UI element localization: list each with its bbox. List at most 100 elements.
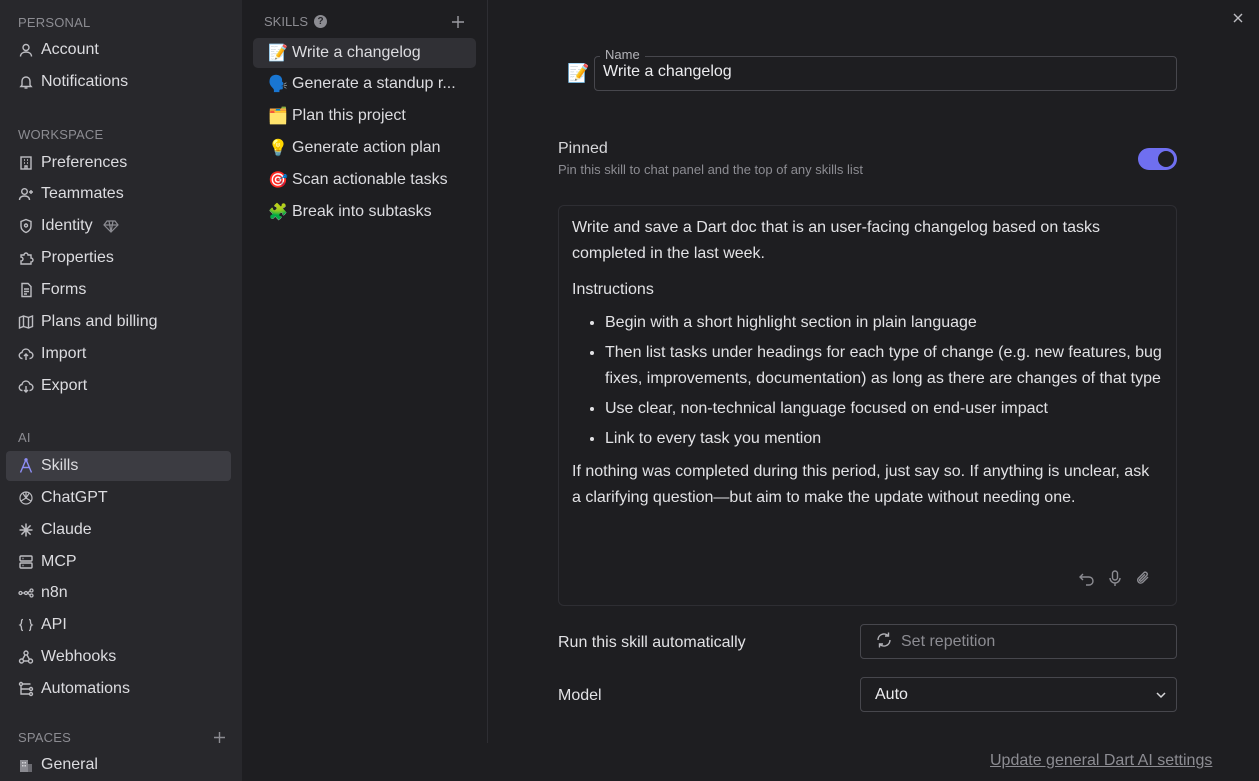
pinned-title: Pinned	[558, 140, 608, 157]
sidebar-item-label: Notifications	[41, 73, 129, 90]
settings-sidebar: PERSONAL Account Notifications WORKSPACE…	[0, 0, 242, 781]
sidebar-item-label: n8n	[41, 584, 68, 601]
sidebar-item-api[interactable]: API	[6, 610, 231, 640]
model-label: Model	[558, 687, 602, 704]
sidebar-item-account[interactable]: Account	[6, 35, 231, 65]
skill-emoji-button[interactable]: 📝	[567, 63, 589, 84]
map-icon	[18, 314, 34, 330]
undo-icon[interactable]	[1078, 569, 1096, 587]
sidebar-item-label: MCP	[41, 553, 77, 570]
puzzle-icon	[18, 250, 34, 266]
skill-item-write-a-changelog[interactable]: 📝 Write a changelog	[253, 38, 476, 68]
add-space-button[interactable]	[213, 731, 226, 748]
sidebar-item-label: Forms	[41, 281, 87, 298]
description-outro: If nothing was completed during this per…	[572, 463, 1150, 506]
help-icon[interactable]: ?	[314, 15, 328, 28]
skill-item-break-into-subtasks[interactable]: 🧩 Break into subtasks	[253, 197, 476, 227]
memo-icon: 📝	[268, 45, 288, 62]
speaking-head-icon: 🗣️	[268, 76, 288, 93]
cloud-download-icon	[18, 378, 34, 394]
editor-toolbar	[1078, 569, 1152, 587]
user-icon	[18, 42, 34, 58]
sidebar-item-skills[interactable]: Skills	[6, 451, 231, 481]
automation-icon	[18, 681, 34, 697]
section-header-workspace: WORKSPACE	[18, 127, 104, 142]
sidebar-item-label: Identity	[41, 217, 93, 234]
sidebar-item-label: Skills	[41, 457, 79, 474]
building-emoji-icon	[18, 757, 34, 773]
sidebar-item-import[interactable]: Import	[6, 339, 231, 369]
section-header-personal: PERSONAL	[18, 15, 91, 30]
toggle-knob	[1158, 151, 1174, 167]
list-item: Link to every task you mention	[605, 426, 1162, 452]
skill-description-content[interactable]: Write and save a Dart doc that is an use…	[572, 215, 1162, 511]
list-item: Then list tasks under headings for each …	[605, 340, 1162, 392]
sidebar-item-webhooks[interactable]: Webhooks	[6, 642, 231, 672]
microphone-icon[interactable]	[1106, 569, 1124, 587]
instructions-list: Begin with a short highlight section in …	[572, 310, 1162, 452]
sidebar-item-label: Properties	[41, 249, 114, 266]
card-index-dividers-icon: 🗂️	[268, 108, 288, 125]
update-ai-settings-link[interactable]: Update general Dart AI settings	[990, 752, 1212, 770]
sidebar-item-automations[interactable]: Automations	[6, 674, 231, 704]
set-repetition-placeholder: Set repetition	[901, 632, 996, 650]
model-value: Auto	[875, 685, 908, 703]
skills-header: SKILLS ?	[264, 14, 328, 29]
braces-icon	[18, 617, 34, 633]
sidebar-item-teammates[interactable]: Teammates	[6, 179, 231, 209]
sidebar-item-claude[interactable]: Claude	[6, 515, 231, 545]
list-item: Begin with a short highlight section in …	[605, 310, 1162, 336]
sidebar-item-label: Automations	[41, 680, 130, 697]
chevron-down-icon	[1154, 688, 1168, 702]
webhook-icon	[18, 649, 34, 665]
pinned-toggle[interactable]	[1138, 148, 1177, 170]
diamond-icon	[102, 218, 119, 234]
sidebar-item-plans-and-billing[interactable]: Plans and billing	[6, 307, 231, 337]
close-button[interactable]	[1230, 10, 1246, 30]
run-automatically-label: Run this skill automatically	[558, 634, 746, 651]
sidebar-item-label: Webhooks	[41, 648, 117, 665]
server-icon	[18, 554, 34, 570]
skill-item-plan-this-project[interactable]: 🗂️ Plan this project	[253, 101, 476, 131]
skill-item-generate-action-plan[interactable]: 💡 Generate action plan	[253, 133, 476, 163]
puzzle-piece-icon: 🧩	[268, 204, 288, 221]
skill-item-label: Scan actionable tasks	[292, 171, 448, 188]
set-repetition-button[interactable]: Set repetition	[860, 624, 1177, 659]
skill-item-scan-actionable-tasks[interactable]: 🎯 Scan actionable tasks	[253, 165, 476, 195]
sidebar-item-properties[interactable]: Properties	[6, 243, 231, 273]
shield-icon	[18, 218, 34, 234]
sidebar-item-preferences[interactable]: Preferences	[6, 148, 231, 178]
description-intro: Write and save a Dart doc that is an use…	[572, 219, 1101, 262]
sidebar-item-general[interactable]: General	[6, 750, 231, 780]
building-icon	[18, 155, 34, 171]
instructions-title: Instructions	[572, 281, 654, 298]
sidebar-item-export[interactable]: Export	[6, 371, 231, 401]
sidebar-item-label: Import	[41, 345, 87, 362]
sidebar-item-notifications[interactable]: Notifications	[6, 67, 231, 97]
sidebar-item-forms[interactable]: Forms	[6, 275, 231, 305]
list-item: Use clear, non-technical language focuse…	[605, 396, 1162, 422]
sidebar-item-label: Export	[41, 377, 88, 394]
skills-list-panel: SKILLS ? 📝 Write a changelog 🗣️ Generate…	[242, 0, 488, 743]
sidebar-item-mcp[interactable]: MCP	[6, 547, 231, 577]
sidebar-item-label: API	[41, 616, 67, 633]
sidebar-item-identity[interactable]: Identity	[6, 211, 231, 241]
sidebar-item-label: Preferences	[41, 154, 128, 171]
paperclip-icon[interactable]	[1134, 569, 1152, 587]
sidebar-item-label: Account	[41, 41, 99, 58]
n8n-icon	[18, 585, 34, 601]
sidebar-item-label: Claude	[41, 521, 92, 538]
add-skill-button[interactable]	[451, 15, 465, 33]
name-input[interactable]	[603, 63, 1163, 81]
name-label: Name	[600, 47, 645, 62]
skill-item-label: Plan this project	[292, 107, 406, 124]
model-select[interactable]: Auto	[860, 677, 1177, 712]
section-header-spaces: SPACES	[18, 730, 71, 745]
skill-item-generate-a-standup[interactable]: 🗣️ Generate a standup r...	[253, 69, 476, 99]
sidebar-item-n8n[interactable]: n8n	[6, 578, 231, 608]
sidebar-item-chatgpt[interactable]: ChatGPT	[6, 483, 231, 513]
cloud-upload-icon	[18, 346, 34, 362]
skill-item-label: Generate a standup r...	[292, 75, 456, 92]
sidebar-item-label: Plans and billing	[41, 313, 158, 330]
user-plus-icon	[18, 186, 34, 202]
